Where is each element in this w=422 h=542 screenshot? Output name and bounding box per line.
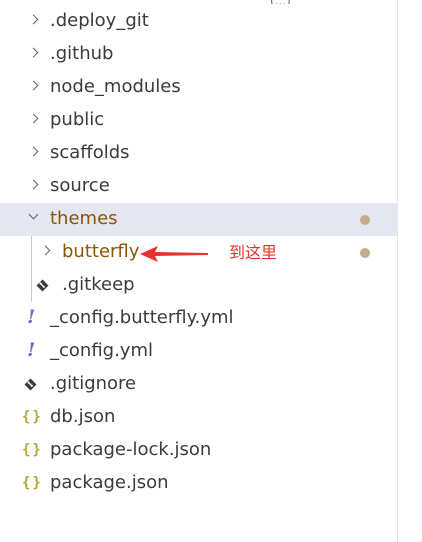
tree-item-label: butterfly xyxy=(62,241,140,262)
tree-item-label: scaffolds xyxy=(50,142,130,163)
tree-item-label: package.json xyxy=(50,472,169,493)
chevron-right-icon xyxy=(28,179,39,190)
tree-item-label: db.json xyxy=(50,406,116,427)
tree-item-themes[interactable]: themes xyxy=(0,203,398,236)
tree-item-label: source xyxy=(50,175,110,196)
modified-dot-icon xyxy=(360,248,370,258)
json-braces-icon: {} xyxy=(22,475,43,491)
yaml-exclamation-icon: ! xyxy=(27,339,36,361)
annotation-label: 到这里 xyxy=(229,243,278,262)
chevron-right-icon xyxy=(28,113,39,124)
tree-item-gitkeep[interactable]: .gitkeep xyxy=(0,269,398,302)
tree-item-gitignore[interactable]: .gitignore xyxy=(0,368,398,401)
chevron-down-icon xyxy=(28,209,39,220)
file-explorer: (...) .deploy_git .github node_modules p… xyxy=(0,0,398,542)
json-braces-icon: {} xyxy=(22,409,43,425)
chevron-right-icon xyxy=(28,47,39,58)
chevron-right-icon xyxy=(28,14,39,25)
tree-item-label: public xyxy=(50,109,105,130)
json-braces-icon: {} xyxy=(22,442,43,458)
chevron-right-icon xyxy=(28,146,39,157)
git-diamond-icon xyxy=(24,378,37,391)
tree-item-label: .github xyxy=(50,43,114,64)
tree-item-package-json[interactable]: {} package.json xyxy=(0,467,398,500)
tree-item-node-modules[interactable]: node_modules xyxy=(0,71,398,104)
tree-item-label: .gitkeep xyxy=(62,274,135,295)
tree-item-config-yml[interactable]: ! _config.yml xyxy=(0,335,398,368)
tree-item-config-butterfly-yml[interactable]: ! _config.butterfly.yml xyxy=(0,302,398,335)
tree-item-db-json[interactable]: {} db.json xyxy=(0,401,398,434)
tree-item-label: .deploy_git xyxy=(50,10,149,31)
tree-item-github[interactable]: .github xyxy=(0,38,398,71)
tree-item-public[interactable]: public xyxy=(0,104,398,137)
tree-item-label: _config.yml xyxy=(50,340,153,361)
annotation-arrow-icon xyxy=(140,246,208,262)
modified-dot-icon xyxy=(360,215,370,225)
chevron-right-icon xyxy=(28,80,39,91)
cropped-header-text: (...) xyxy=(270,0,291,4)
tree-item-label: .gitignore xyxy=(50,373,137,394)
tree-item-label: _config.butterfly.yml xyxy=(50,307,234,328)
tree-item-label: themes xyxy=(50,208,118,229)
cropped-header: (...) xyxy=(0,0,398,4)
yaml-exclamation-icon: ! xyxy=(27,306,36,328)
tree-item-label: node_modules xyxy=(50,76,181,97)
tree-item-deploy-git[interactable]: .deploy_git xyxy=(0,5,398,38)
git-diamond-icon xyxy=(36,279,49,292)
tree-item-scaffolds[interactable]: scaffolds xyxy=(0,137,398,170)
tree-item-label: package-lock.json xyxy=(50,439,212,460)
tree-item-package-lock-json[interactable]: {} package-lock.json xyxy=(0,434,398,467)
chevron-right-icon xyxy=(40,245,51,256)
tree-item-source[interactable]: source xyxy=(0,170,398,203)
